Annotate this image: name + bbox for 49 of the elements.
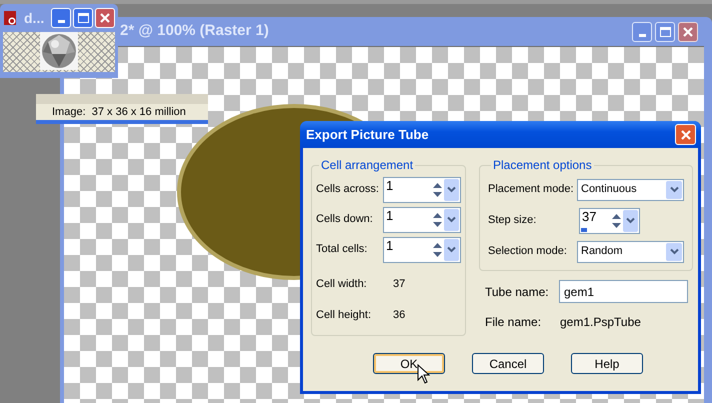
- minimize-button[interactable]: [632, 22, 652, 42]
- group-title: Placement options: [492, 157, 593, 174]
- dropdown-button[interactable]: [623, 210, 638, 232]
- close-icon: [680, 128, 692, 140]
- close-icon: [99, 12, 111, 24]
- file-name-value: gem1.PspTube: [560, 314, 641, 331]
- info-value: 36: [393, 308, 406, 324]
- group-title: Cell arrangement: [320, 157, 414, 174]
- dropdown-button[interactable]: [666, 242, 682, 260]
- spin-field[interactable]: 1: [383, 206, 461, 232]
- spin-field[interactable]: 1: [383, 236, 461, 262]
- dialog-title: Export Picture Tube: [306, 126, 429, 144]
- field-label: Placement mode:: [488, 182, 575, 198]
- close-icon: [682, 26, 694, 38]
- tube-name-field[interactable]: gem1: [559, 280, 688, 303]
- spin-field[interactable]: 37: [579, 208, 640, 234]
- dropdown-button[interactable]: [444, 208, 459, 230]
- dropdown-button[interactable]: [444, 238, 459, 260]
- field-label: Tube name:: [485, 284, 550, 300]
- spin-field[interactable]: 1: [383, 176, 461, 202]
- field-label: Cells across:: [316, 182, 380, 198]
- field-label: Cells down:: [316, 212, 374, 228]
- field-label: File name:: [485, 314, 542, 331]
- cursor-icon: [417, 364, 430, 384]
- info-value: 37: [393, 277, 406, 292]
- status-text: Image: 37 x 36 x 16 million: [52, 104, 187, 120]
- dropdown-button[interactable]: [444, 178, 459, 200]
- dropdown-button[interactable]: [666, 180, 682, 198]
- field-label: Selection mode:: [488, 244, 568, 260]
- dropdown-field[interactable]: Random: [577, 240, 684, 262]
- app-icon: [3, 10, 17, 26]
- dialog-button[interactable]: Cancel: [472, 353, 544, 374]
- chevron-down-icon: [447, 216, 456, 223]
- window-title: 2* @ 100% (Raster 1): [120, 21, 269, 42]
- info-label: Cell width:: [316, 277, 368, 292]
- window-title: d...: [24, 8, 44, 28]
- dialog-button[interactable]: Help: [571, 353, 643, 374]
- chevron-down-icon: [447, 246, 456, 253]
- chevron-down-icon: [447, 186, 456, 193]
- close-button[interactable]: [678, 22, 698, 42]
- maximize-button[interactable]: [655, 22, 675, 42]
- dropdown-field[interactable]: Continuous: [577, 178, 684, 200]
- field-label: Step size:: [488, 213, 538, 228]
- chevron-down-icon: [670, 248, 678, 255]
- dialog-button[interactable]: OK: [373, 353, 445, 374]
- chevron-down-icon: [670, 186, 678, 193]
- info-label: Cell height:: [316, 308, 372, 324]
- field-label: Total cells:: [316, 242, 368, 258]
- chevron-down-icon: [626, 217, 635, 224]
